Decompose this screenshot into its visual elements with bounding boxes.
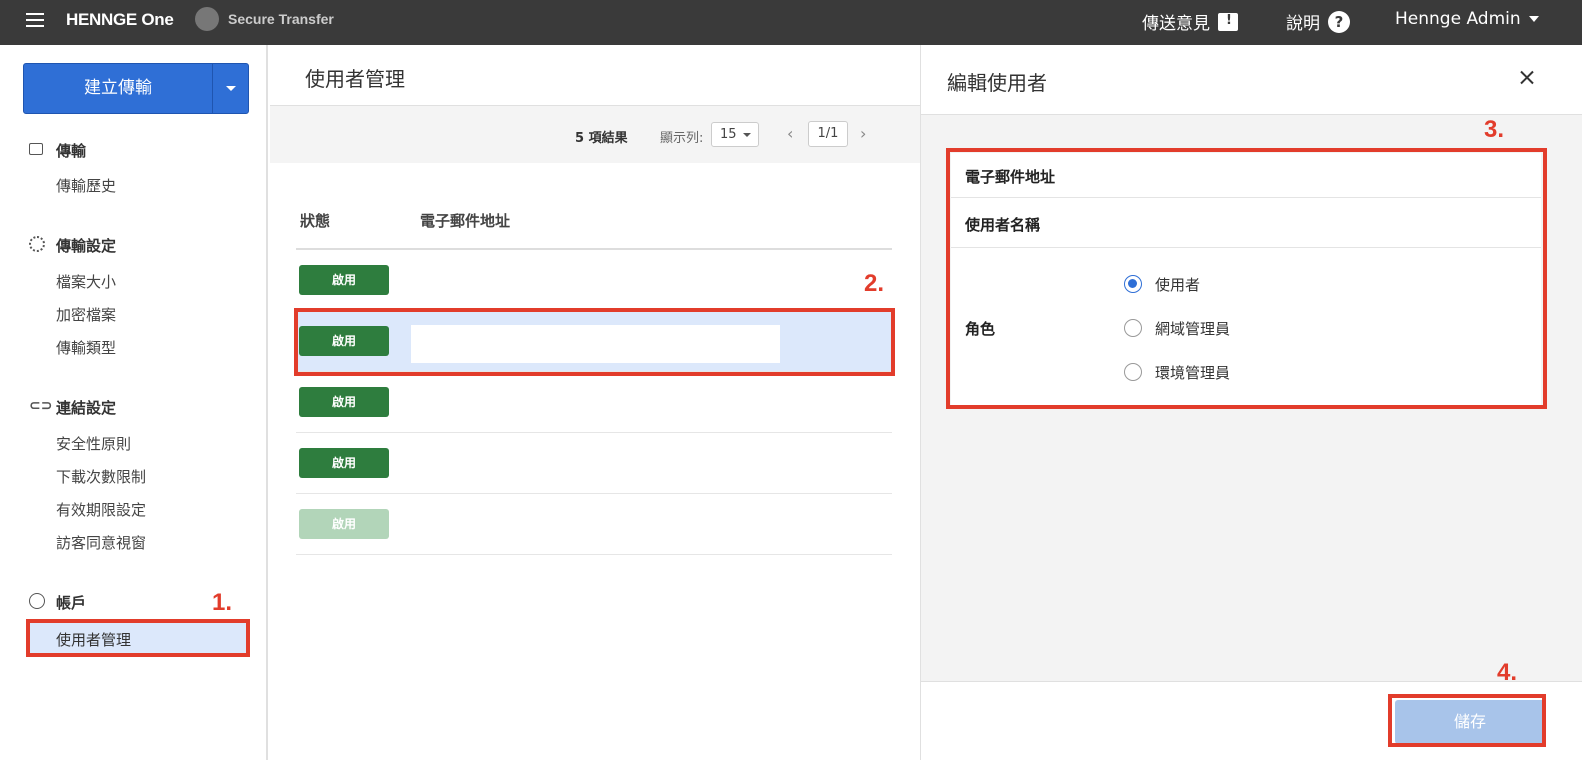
column-header-status[interactable]: 狀態 — [300, 210, 330, 231]
product-name: Secure Transfer — [228, 11, 334, 27]
help-icon: ? — [1328, 10, 1350, 33]
feedback-button[interactable]: 傳送意見 — [1142, 9, 1238, 34]
user-menu[interactable]: Hennge Admin — [1395, 9, 1539, 29]
list-toolbar: 5 項結果 顯示列: 15 ‹ 1/1 › — [270, 106, 920, 163]
sidebar-item-download-limit[interactable]: 下載次數限制 — [56, 466, 146, 487]
sidebar-item-guest-consent[interactable]: 訪客同意視窗 — [56, 532, 146, 553]
chevron-down-icon — [1528, 16, 1539, 22]
page-indicator[interactable]: 1/1 — [808, 121, 848, 147]
status-badge: 啟用 — [299, 265, 389, 295]
annotation-marker-2: 2. — [864, 270, 885, 297]
table-row[interactable]: 啟用 — [296, 433, 892, 494]
status-badge: 啟用 — [299, 509, 389, 539]
page-title: 使用者管理 — [305, 67, 405, 91]
edit-user-panel: 編輯使用者 3. 電子郵件地址 使用者名稱 角色 使用者 網域管理員 環境管理員… — [920, 45, 1582, 760]
gear-icon — [29, 236, 45, 252]
feedback-label: 傳送意見 — [1142, 14, 1210, 34]
section-account-title: 帳戶 — [56, 594, 87, 612]
feedback-icon — [1218, 12, 1238, 31]
account-user-icon — [29, 593, 45, 609]
table-row[interactable]: 啟用 — [296, 372, 892, 433]
highlight-box-2 — [294, 308, 895, 376]
link-icon: ⊂⊃ — [29, 398, 53, 414]
annotation-marker-1: 1. — [212, 589, 233, 616]
main-content: 使用者管理 5 項結果 顯示列: 15 ‹ 1/1 › 狀態 電子郵件地址 啟用… — [270, 45, 920, 760]
help-button[interactable]: 說明 ? — [1286, 9, 1350, 34]
sidebar-item-transfer-types[interactable]: 傳輸類型 — [56, 337, 116, 358]
transfer-box-icon — [29, 143, 43, 155]
secure-transfer-logo-icon — [195, 7, 219, 31]
sidebar-item-security-policy[interactable]: 安全性原則 — [56, 433, 131, 454]
annotation-marker-3: 3. — [1484, 116, 1505, 143]
brand-logo-text[interactable]: HENNGE One — [66, 10, 174, 30]
result-count: 5 項結果 — [575, 131, 628, 146]
help-label: 說明 — [1286, 14, 1320, 34]
highlight-box-1 — [26, 619, 250, 657]
section-transfer-title: 傳輸 — [56, 142, 87, 160]
status-badge: 啟用 — [299, 387, 389, 417]
highlight-box-3 — [946, 148, 1547, 409]
table-row[interactable]: 啟用 — [296, 494, 892, 555]
previous-page-icon[interactable]: ‹ — [787, 124, 793, 143]
section-transfer-settings-title: 傳輸設定 — [56, 237, 117, 255]
column-header-email[interactable]: 電子郵件地址 — [420, 210, 510, 231]
sidebar: 建立傳輸 傳輸 傳輸歷史 傳輸設定 檔案大小 加密檔案 傳輸類型 ⊂⊃ 連結設定… — [0, 45, 268, 760]
highlight-box-4 — [1388, 694, 1546, 747]
panel-footer: 儲存 — [921, 681, 1582, 760]
create-transfer-button[interactable]: 建立傳輸 — [24, 64, 212, 113]
panel-header: 編輯使用者 — [921, 45, 1582, 115]
close-icon[interactable] — [1516, 67, 1538, 89]
create-transfer-button-group: 建立傳輸 — [23, 63, 249, 114]
section-link-settings-title: 連結設定 — [56, 399, 117, 417]
rows-per-page-select[interactable]: 15 — [711, 122, 759, 147]
hamburger-menu-icon[interactable] — [26, 13, 44, 27]
user-name: Hennge Admin — [1395, 9, 1521, 29]
panel-title: 編輯使用者 — [947, 71, 1047, 95]
annotation-marker-4: 4. — [1497, 659, 1518, 686]
rows-per-page-label: 顯示列: — [660, 131, 704, 146]
sidebar-item-file-size[interactable]: 檔案大小 — [56, 271, 116, 292]
next-page-icon[interactable]: › — [860, 124, 866, 143]
sidebar-item-encrypted-files[interactable]: 加密檔案 — [56, 304, 116, 325]
create-dropdown-chevron-icon[interactable] — [213, 64, 249, 113]
table-row[interactable]: 啟用 — [296, 250, 892, 311]
sidebar-item-expiration-settings[interactable]: 有效期限設定 — [56, 499, 146, 520]
top-bar: HENNGE One Secure Transfer 傳送意見 說明 ? Hen… — [0, 0, 1582, 45]
status-badge: 啟用 — [299, 448, 389, 478]
sidebar-item-transfer-history[interactable]: 傳輸歷史 — [56, 175, 116, 196]
